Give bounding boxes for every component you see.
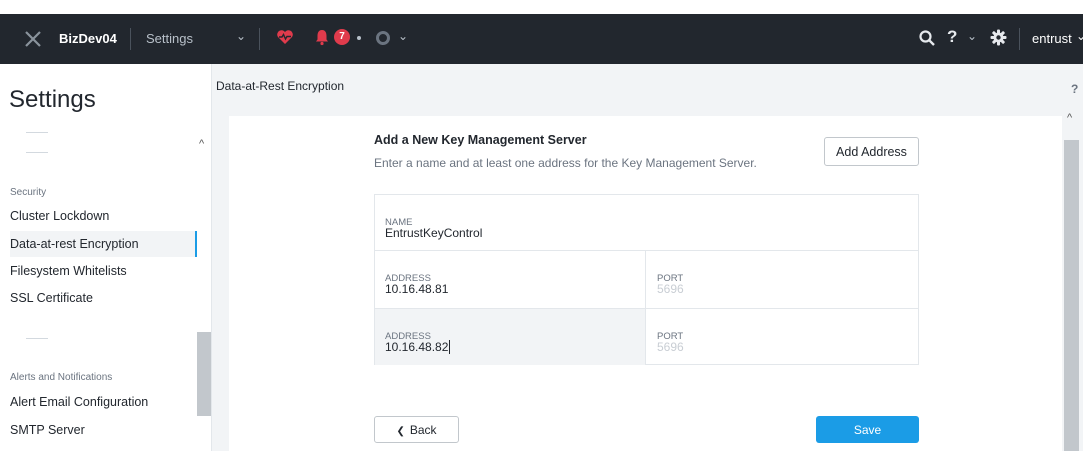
divider	[26, 132, 48, 133]
sidebar-section-security: Security	[10, 187, 47, 198]
form-heading: Add a New Key Management Server	[374, 133, 587, 147]
sidebar-title: Settings	[9, 86, 96, 113]
scroll-up-arrow-icon[interactable]: ^	[199, 138, 204, 150]
server-form-table: NAME EntrustKeyControl ADDRESS 10.16.48.…	[374, 194, 919, 365]
chevron-down-icon[interactable]: ⌄	[236, 29, 246, 43]
key-management-server-form-card: Add a New Key Management Server Enter a …	[229, 116, 1062, 451]
scroll-up-arrow-icon[interactable]: ^	[1067, 112, 1072, 124]
port-input[interactable]: 5696	[657, 340, 684, 354]
back-button-label: Back	[409, 422, 437, 437]
tasks-ring-icon[interactable]	[376, 31, 390, 45]
address-field[interactable]: ADDRESS 10.16.48.81	[375, 251, 646, 308]
top-navigation-bar: BizDev04 Settings ⌄ 7 ⌄ ? ⌄ entrust ⌄	[0, 14, 1083, 64]
alert-bell-icon[interactable]	[314, 28, 330, 46]
back-button[interactable]: ❮ Back	[374, 416, 459, 443]
main-scrollbar[interactable]	[1064, 140, 1079, 451]
form-subtitle: Enter a name and at least one address fo…	[374, 156, 757, 170]
sidebar-scrollbar[interactable]	[197, 332, 211, 416]
chevron-left-icon: ❮	[396, 425, 405, 437]
divider	[259, 28, 260, 50]
health-heart-icon[interactable]	[276, 28, 294, 46]
name-field[interactable]: NAME EntrustKeyControl	[375, 195, 918, 250]
divider	[26, 338, 48, 339]
sidebar-item-alert-email-configuration[interactable]: Alert Email Configuration	[10, 389, 197, 415]
status-dot-icon	[357, 36, 361, 40]
user-menu[interactable]: entrust	[1032, 31, 1072, 46]
address-row: ADDRESS 10.16.48.81 PORT 5696	[375, 251, 918, 309]
help-icon[interactable]: ?	[947, 27, 957, 47]
port-input[interactable]: 5696	[657, 282, 684, 296]
chevron-down-icon[interactable]: ⌄	[1076, 29, 1083, 43]
main-content: Data-at-Rest Encryption ? ^ Add a New Ke…	[212, 64, 1083, 451]
nutanix-x-logo-icon[interactable]	[24, 30, 42, 48]
top-strip	[0, 0, 1083, 14]
chevron-down-icon[interactable]: ⌄	[398, 29, 408, 43]
port-field[interactable]: PORT 5696	[647, 309, 918, 365]
chevron-down-icon[interactable]: ⌄	[967, 29, 977, 43]
sidebar-item-cluster-lockdown[interactable]: Cluster Lockdown	[10, 203, 197, 229]
address-input[interactable]: 10.16.48.82	[385, 340, 451, 354]
address-row: ADDRESS 10.16.48.82 PORT 5696	[375, 309, 918, 365]
sidebar-item-ssl-certificate[interactable]: SSL Certificate	[10, 285, 197, 311]
current-section-label[interactable]: Settings	[146, 31, 193, 46]
port-field[interactable]: PORT 5696	[647, 251, 918, 308]
save-button[interactable]: Save	[816, 416, 919, 443]
sidebar-item-smtp-server[interactable]: SMTP Server	[10, 417, 197, 443]
name-row: NAME EntrustKeyControl	[375, 195, 918, 251]
gear-icon[interactable]	[990, 29, 1007, 46]
cluster-name[interactable]: BizDev04	[59, 31, 117, 46]
add-address-button[interactable]: Add Address	[824, 137, 919, 166]
name-input[interactable]: EntrustKeyControl	[385, 226, 482, 240]
sidebar-item-data-at-rest-encryption[interactable]: Data-at-rest Encryption	[10, 231, 197, 257]
divider	[1019, 28, 1020, 50]
help-icon[interactable]: ?	[1071, 82, 1078, 96]
sidebar-item-filesystem-whitelists[interactable]: Filesystem Whitelists	[10, 258, 197, 284]
address-field[interactable]: ADDRESS 10.16.48.82	[375, 309, 646, 365]
alert-count-badge[interactable]: 7	[334, 29, 350, 45]
page-title: Data-at-Rest Encryption	[216, 79, 345, 93]
sidebar-section-alerts: Alerts and Notifications	[10, 372, 113, 383]
address-input[interactable]: 10.16.48.81	[385, 282, 448, 296]
search-icon[interactable]	[918, 29, 936, 47]
settings-sidebar: Settings ^ Security Cluster Lockdown Dat…	[0, 64, 212, 451]
divider	[130, 28, 131, 50]
divider	[26, 152, 48, 153]
